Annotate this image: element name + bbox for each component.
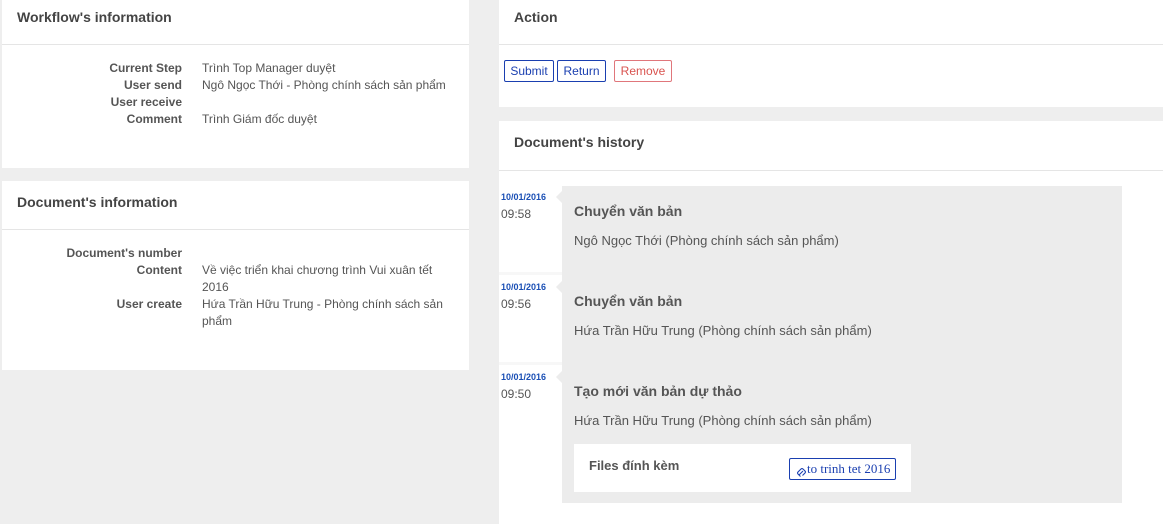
timeline-title: Tạo mới văn bản dự thảo [574, 383, 742, 399]
workflow-info-title: Workflow's information [2, 0, 469, 45]
info-value: Hứa Trần Hữu Trung - Phòng chính sách sả… [202, 297, 443, 328]
info-value: Trình Giám đốc duyệt [202, 112, 317, 126]
info-value: Ngô Ngọc Thới - Phòng chính sách sản phẩ… [202, 78, 446, 92]
info-label: Current Step [109, 61, 182, 75]
attachment-filename: to trinh tet 2016 [807, 461, 891, 476]
document-info-title: Document's information [2, 181, 469, 230]
timeline-date: 10/01/2016 [501, 192, 547, 202]
remove-button[interactable]: Remove [614, 60, 672, 82]
info-value: Trình Top Manager duyệt [202, 61, 336, 75]
timeline-time: 09:56 [501, 297, 532, 311]
timeline-title: Chuyển văn bản [574, 293, 683, 309]
timeline-time: 09:58 [501, 207, 532, 221]
timeline-date: 10/01/2016 [501, 372, 547, 382]
timeline-user: Ngô Ngọc Thới (Phòng chính sách sản phẩm… [574, 233, 839, 248]
action-title: Action [499, 0, 1163, 45]
attachments-box: Files đính kèm to trinh tet 2016 [574, 444, 911, 492]
timeline-user: Hứa Trần Hữu Trung (Phòng chính sách sản… [574, 413, 872, 428]
info-label: User send [123, 78, 182, 92]
timeline-pointer [556, 281, 562, 293]
attachment-link[interactable]: to trinh tet 2016 [789, 458, 897, 480]
workflow-info-panel: Workflow's information Current Step Trìn… [2, 0, 469, 168]
history-title: Document's history [499, 121, 1163, 171]
info-value: Về việc triển khai chương trình Vui xuân… [202, 263, 433, 294]
action-panel: Action Submit Return Remove [499, 0, 1163, 107]
paperclip-icon [796, 464, 807, 477]
timeline-pointer [556, 191, 562, 203]
info-label: Comment [126, 112, 182, 126]
info-label: Content [136, 263, 182, 277]
timeline-date: 10/01/2016 [501, 282, 547, 292]
info-label: User receive [110, 95, 182, 109]
submit-button[interactable]: Submit [504, 60, 554, 82]
attachments-label: Files đính kèm [589, 458, 680, 473]
timeline-user: Hứa Trần Hữu Trung (Phòng chính sách sản… [574, 323, 872, 338]
return-button[interactable]: Return [557, 60, 606, 82]
history-panel: Document's history 10/01/2016 09:58 Chuy… [499, 121, 1163, 524]
document-info-panel: Document's information Document's number… [2, 181, 469, 370]
info-label: Document's number [66, 246, 182, 260]
timeline-divider [499, 272, 562, 275]
timeline-time: 09:50 [501, 387, 532, 401]
timeline-divider [499, 362, 562, 365]
timeline-pointer [556, 371, 562, 383]
info-label: User create [116, 297, 182, 311]
timeline-title: Chuyển văn bản [574, 203, 683, 219]
